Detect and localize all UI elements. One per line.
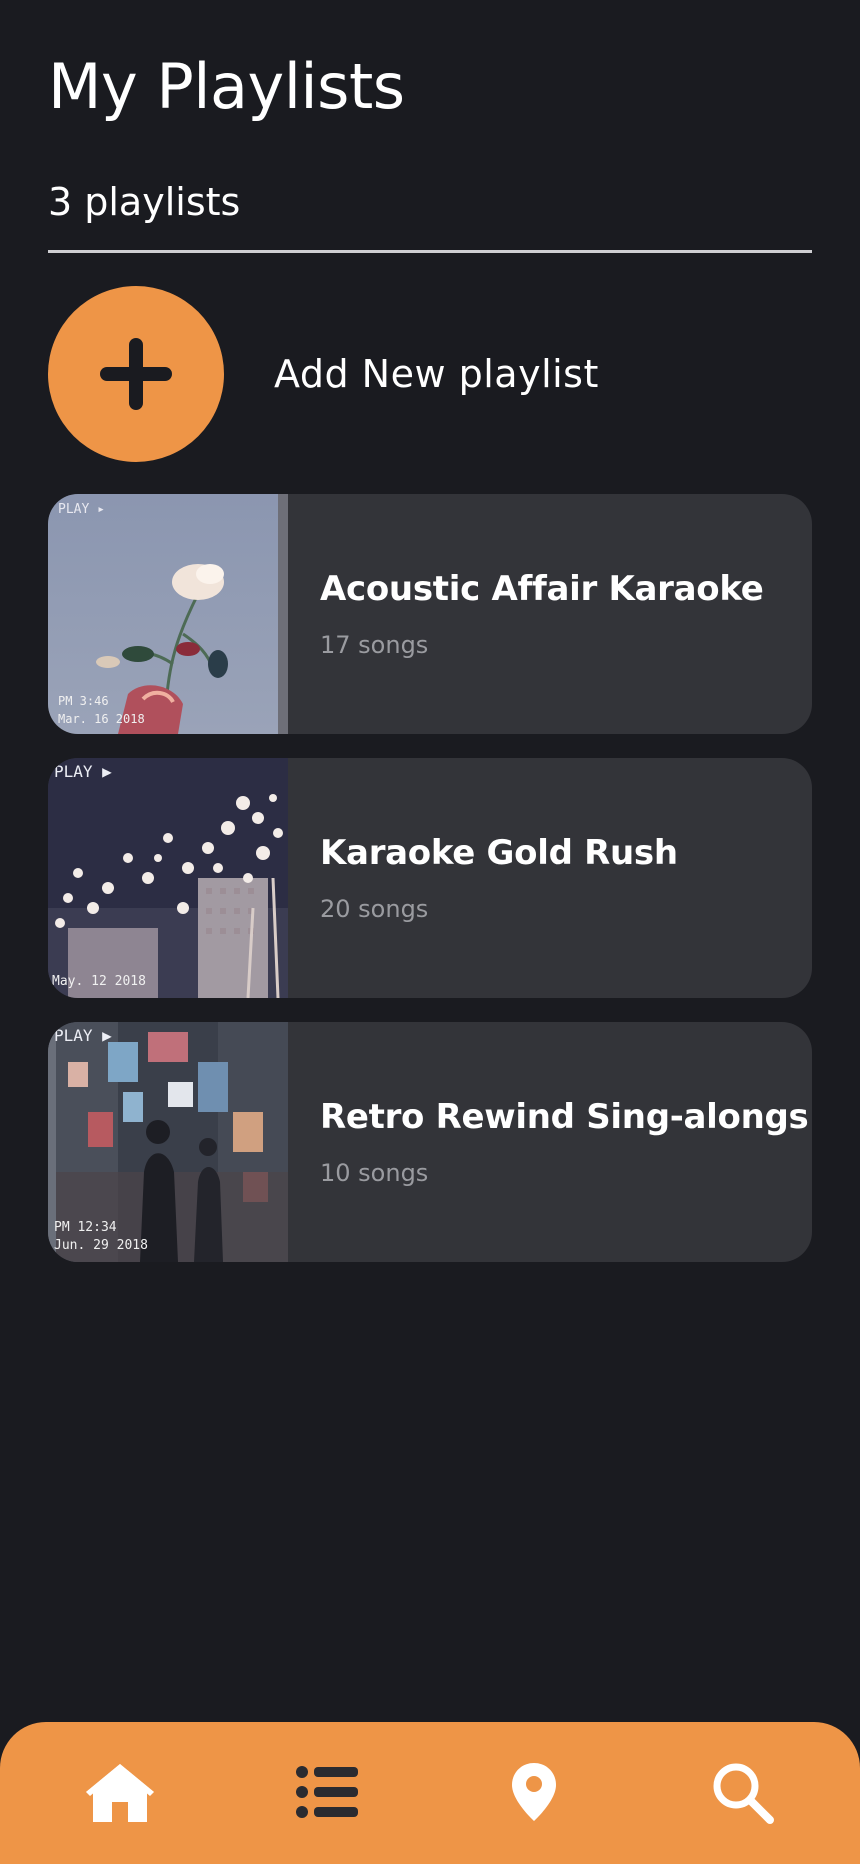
playlist-info: Acoustic Affair Karaoke 17 songs <box>288 494 764 734</box>
vhs-play-label: PLAY ▸ <box>58 502 105 517</box>
search-icon <box>713 1763 774 1824</box>
add-playlist-circle[interactable] <box>48 286 224 462</box>
playlist-info: Retro Rewind Sing-alongs 10 songs <box>288 1022 809 1262</box>
playlist-thumbnail: PLAY ▸ PM 3:46 Mar. 16 2018 <box>48 494 288 734</box>
page-title: My Playlists <box>48 50 405 123</box>
vhs-play-label: PLAY ▶ <box>54 1026 112 1045</box>
playlist-count: 3 playlists <box>48 180 241 224</box>
vhs-date-label: Jun. 29 2018 <box>54 1238 148 1253</box>
list-icon <box>296 1766 358 1818</box>
playlist-info: Karaoke Gold Rush 20 songs <box>288 758 678 998</box>
playlist-name: Retro Rewind Sing-alongs <box>320 1097 809 1137</box>
playlists-screen: My Playlists 3 playlists Add New playlis… <box>0 0 860 1864</box>
add-new-playlist-button[interactable]: Add New playlist <box>48 286 812 462</box>
nav-list-button[interactable] <box>286 1750 370 1834</box>
plus-icon <box>100 338 172 410</box>
add-playlist-label: Add New playlist <box>274 352 599 396</box>
bottom-nav-bar <box>0 1722 860 1864</box>
playlist-card[interactable]: PLAY ▸ PM 3:46 Mar. 16 2018 Acoustic Aff… <box>48 494 812 734</box>
header-divider <box>48 250 812 253</box>
nav-location-button[interactable] <box>492 1750 576 1834</box>
vhs-date-label: Mar. 16 2018 <box>58 712 145 726</box>
playlist-song-count: 20 songs <box>320 895 429 923</box>
home-icon <box>86 1764 154 1822</box>
nav-search-button[interactable] <box>700 1750 784 1834</box>
vhs-date-label: May. 12 2018 <box>52 974 146 989</box>
nav-home-button[interactable] <box>78 1750 162 1834</box>
playlist-name: Acoustic Affair Karaoke <box>320 569 764 609</box>
playlist-song-count: 10 songs <box>320 1159 429 1187</box>
location-pin-icon <box>512 1763 556 1821</box>
playlist-song-count: 17 songs <box>320 631 429 659</box>
vhs-play-label: PLAY ▶ <box>54 762 112 781</box>
playlist-card[interactable]: PLAY ▶ PM 12:34 Jun. 29 2018 Retro Rewin… <box>48 1022 812 1262</box>
playlist-thumbnail: PLAY ▶ PM 12:34 Jun. 29 2018 <box>48 1022 288 1262</box>
playlist-name: Karaoke Gold Rush <box>320 833 678 873</box>
playlist-thumbnail: PLAY ▶ May. 12 2018 <box>48 758 288 998</box>
playlist-card[interactable]: PLAY ▶ May. 12 2018 Karaoke Gold Rush 20… <box>48 758 812 998</box>
vhs-time-label: PM 3:46 <box>58 694 109 708</box>
vhs-time-label: PM 12:34 <box>54 1220 117 1235</box>
